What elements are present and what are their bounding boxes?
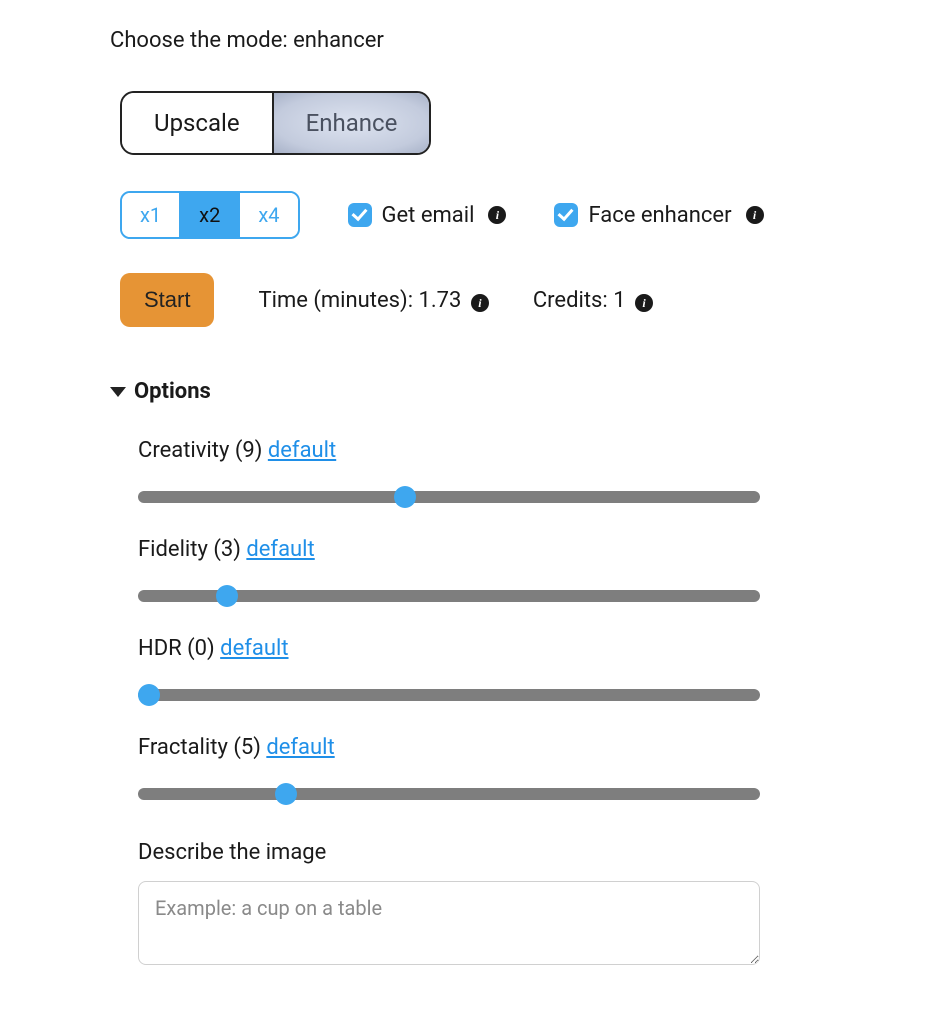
get-email-checkbox[interactable] [348, 203, 372, 227]
face-enhancer-checkbox[interactable] [554, 203, 578, 227]
fractality-label: Fractality (5) [138, 735, 266, 760]
time-readout: Time (minutes): 1.73 i [258, 288, 488, 313]
fidelity-slider-block: Fidelity (3) default [138, 537, 936, 602]
scale-option-x1[interactable]: x1 [122, 193, 179, 237]
creativity-slider-block: Creativity (9) default [138, 438, 936, 503]
creativity-label: Creativity (9) [138, 438, 268, 463]
fractality-default-link[interactable]: default [266, 735, 334, 760]
creativity-default-link[interactable]: default [268, 438, 336, 463]
options-title: Options [134, 379, 211, 404]
hdr-slider-block: HDR (0) default [138, 636, 936, 701]
fractality-slider[interactable] [138, 788, 760, 800]
mode-option-enhance[interactable]: Enhance [272, 93, 430, 153]
scale-option-x2[interactable]: x2 [179, 193, 238, 237]
describe-label: Describe the image [138, 840, 936, 865]
info-icon[interactable]: i [488, 206, 506, 224]
chevron-down-icon [110, 387, 126, 397]
fractality-slider-block: Fractality (5) default [138, 735, 936, 800]
fidelity-label: Fidelity (3) [138, 537, 246, 562]
info-icon[interactable]: i [635, 294, 653, 312]
options-toggle[interactable]: Options [110, 379, 936, 404]
hdr-default-link[interactable]: default [220, 636, 288, 661]
info-icon[interactable]: i [471, 294, 489, 312]
scale-toggle: x1 x2 x4 [120, 191, 300, 239]
describe-block: Describe the image [138, 840, 936, 971]
get-email-label: Get email [382, 203, 475, 228]
fidelity-thumb[interactable] [216, 585, 238, 607]
hdr-slider[interactable] [138, 689, 760, 701]
mode-prompt: Choose the mode: enhancer [110, 28, 936, 53]
hdr-label: HDR (0) [138, 636, 220, 661]
creativity-slider[interactable] [138, 491, 760, 503]
face-enhancer-label: Face enhancer [588, 203, 731, 228]
info-icon[interactable]: i [746, 206, 764, 224]
hdr-thumb[interactable] [138, 684, 160, 706]
fractality-thumb[interactable] [275, 783, 297, 805]
options-panel: Creativity (9) default Fidelity (3) defa… [138, 438, 936, 971]
scale-option-x4[interactable]: x4 [238, 193, 297, 237]
describe-input[interactable] [138, 881, 760, 965]
credits-readout: Credits: 1 i [533, 288, 653, 313]
start-button[interactable]: Start [120, 273, 214, 327]
mode-option-upscale[interactable]: Upscale [122, 93, 272, 153]
creativity-thumb[interactable] [394, 486, 416, 508]
fidelity-default-link[interactable]: default [246, 537, 314, 562]
fidelity-slider[interactable] [138, 590, 760, 602]
mode-toggle: Upscale Enhance [120, 91, 431, 155]
